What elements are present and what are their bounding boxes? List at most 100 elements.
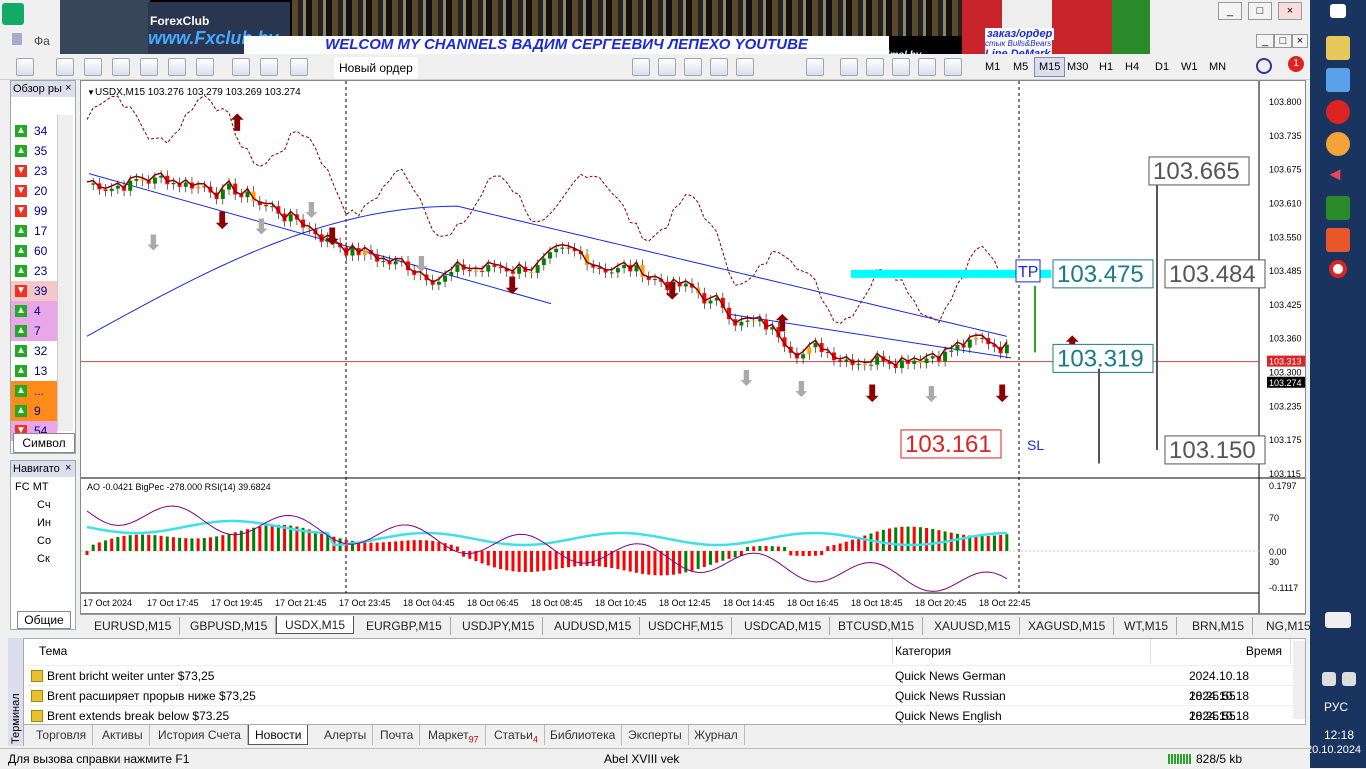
child-minimize-button[interactable]: _ — [1256, 34, 1274, 48]
nav-item-advisors[interactable]: Со — [37, 533, 51, 549]
tf-h4[interactable]: H4 — [1120, 57, 1144, 77]
search-icon[interactable] — [1256, 58, 1272, 74]
market-watch-row[interactable]: ▼ 39 — [11, 281, 57, 301]
keyboard-icon[interactable] — [1325, 612, 1351, 628]
network-icon[interactable] — [1322, 672, 1336, 686]
tf-h1[interactable]: H1 — [1094, 57, 1118, 77]
col-time[interactable]: Время — [1151, 639, 1291, 663]
chart-tab[interactable]: EURGBP,M15 — [358, 617, 451, 635]
app-orange-icon[interactable] — [1326, 228, 1350, 252]
close-button[interactable]: × — [1278, 2, 1302, 20]
terminal-tab[interactable]: Почта — [374, 725, 421, 745]
news-row[interactable]: Brent bricht weiter unter $73,25 Quick Ne… — [27, 665, 1297, 703]
chart-tab[interactable]: USDJPY,M15 — [454, 617, 544, 635]
chart-tab[interactable]: USDX,M15 — [276, 616, 355, 634]
opera-icon[interactable] — [1326, 100, 1350, 124]
col-subject[interactable]: Тема — [29, 639, 893, 663]
terminal-tab[interactable]: История Счета — [152, 725, 248, 745]
market-watch-row[interactable]: ▼ 99 — [11, 201, 57, 221]
record-icon[interactable] — [1329, 260, 1347, 278]
child-close-button[interactable]: × — [1292, 34, 1308, 48]
tf-m5[interactable]: M5 — [1008, 57, 1033, 77]
market-watch-row[interactable]: ▼ 23 — [11, 161, 57, 181]
market-watch-row[interactable]: ▲ 17 — [11, 221, 57, 241]
market-watch-icon[interactable] — [84, 58, 102, 76]
triangle-icon[interactable] — [866, 58, 884, 76]
market-watch-row[interactable]: ▲ 13 — [11, 361, 57, 381]
terminal-tab[interactable]: Новости — [248, 725, 309, 745]
close-icon[interactable]: × — [65, 82, 71, 94]
market-watch-row[interactable]: ▼ 20 — [11, 181, 57, 201]
chart-tab[interactable]: GBPUSD,M15 — [182, 617, 277, 635]
rect-icon[interactable] — [840, 58, 858, 76]
terminal-tab[interactable]: Алерты — [318, 725, 374, 745]
chart-tab[interactable]: XAUUSD,M15 — [926, 617, 1020, 635]
price-chart[interactable]: 103.800 103.735 103.675 103.610 103.550 103.4… — [81, 81, 1305, 613]
child-maximize-button[interactable]: □ — [1274, 34, 1292, 48]
maximize-button[interactable]: □ — [1248, 2, 1272, 20]
news-row[interactable]: Brent расширяет прорыв ниже $73,25 Quick … — [27, 685, 1297, 723]
zoom-icon[interactable] — [112, 58, 130, 76]
terminal-tab[interactable]: Библиотека — [544, 725, 623, 745]
text-icon[interactable] — [918, 58, 936, 76]
market-watch-scrollbar[interactable] — [57, 115, 73, 431]
terminal-tab[interactable]: Маркет97 — [422, 725, 486, 745]
market-watch-row[interactable]: ▲ 35 — [11, 141, 57, 161]
market-watch-row[interactable]: ▲ 60 — [11, 241, 57, 261]
chart-tab[interactable]: BRN,M15 — [1184, 617, 1254, 635]
market-watch-row[interactable]: ▲ 9 — [11, 401, 57, 421]
tf-d1[interactable]: D1 — [1150, 57, 1174, 77]
market-watch-row[interactable]: ▲ 34 — [11, 121, 57, 141]
new-order-icon[interactable] — [290, 58, 308, 76]
profiles-icon[interactable] — [56, 58, 74, 76]
explorer-icon[interactable] — [1326, 36, 1350, 60]
ellipse-icon[interactable] — [806, 58, 824, 76]
speaker-icon[interactable]: ◄ — [1326, 164, 1350, 188]
tf-m15[interactable]: M15 — [1034, 57, 1066, 77]
nav-item-indicators[interactable]: Ин — [37, 515, 51, 531]
chart-tab[interactable]: AUDUSD,M15 — [546, 617, 641, 635]
terminal-scrollbar[interactable] — [1293, 641, 1305, 719]
terminal-tab[interactable]: Эксперты — [622, 725, 689, 745]
chart-tab[interactable]: EURUSD,M15 — [86, 617, 181, 635]
volume-icon[interactable] — [1342, 672, 1356, 686]
nav-item-fcmt[interactable]: FC MT — [15, 479, 49, 495]
vline-icon[interactable] — [684, 58, 702, 76]
tf-m1[interactable]: M1 — [980, 57, 1005, 77]
clock-date[interactable]: 20.10.2024 — [1306, 744, 1361, 756]
label-icon[interactable] — [944, 58, 962, 76]
paint-icon[interactable] — [1326, 132, 1350, 156]
new-chart-icon[interactable] — [16, 58, 34, 76]
market-watch-row[interactable]: ▲ 32 — [11, 341, 57, 361]
market-watch-row[interactable]: ▲... — [11, 381, 57, 401]
trendline-icon[interactable] — [736, 58, 754, 76]
notification-badge[interactable]: 1 — [1288, 56, 1304, 72]
chart-tab[interactable]: XAGUSD,M15 — [1020, 617, 1115, 635]
close-icon[interactable]: × — [65, 462, 71, 474]
terminal-tab[interactable]: Активы — [96, 725, 150, 745]
terminal-tab[interactable]: Торговля — [30, 725, 94, 745]
tester-icon[interactable] — [260, 58, 278, 76]
terminal-tab[interactable]: Статьи4 — [488, 725, 545, 745]
desktop-icon[interactable] — [1330, 4, 1346, 18]
new-order-button[interactable]: Новый ордер — [334, 57, 418, 79]
tf-w1[interactable]: W1 — [1176, 57, 1203, 77]
menu-file[interactable]: Фа — [34, 34, 50, 48]
chart-tab[interactable]: USDCAD,M15 — [736, 617, 831, 635]
market-watch-row[interactable]: ▲ 23 — [11, 261, 57, 281]
tf-m30[interactable]: M30 — [1062, 57, 1093, 77]
chart-tab[interactable]: WT,M15 — [1116, 617, 1178, 635]
calculator-icon[interactable] — [1326, 196, 1350, 220]
data-window-icon[interactable] — [140, 58, 158, 76]
terminal-icon[interactable] — [232, 58, 250, 76]
symbols-tab[interactable]: Символ — [13, 433, 75, 453]
clock-time[interactable]: 12:18 — [1324, 728, 1354, 742]
cursor-icon[interactable] — [632, 58, 650, 76]
favorites-icon[interactable] — [168, 58, 186, 76]
minimize-button[interactable]: _ — [1218, 2, 1242, 20]
terminal-tab[interactable]: Журнал — [688, 725, 745, 745]
chart-window[interactable]: 103.800 103.735 103.675 103.610 103.550 103.4… — [80, 80, 1306, 614]
nav-item-scripts[interactable]: Ск — [37, 551, 50, 567]
market-watch-row[interactable]: ▲ 7 — [11, 321, 57, 341]
general-tab[interactable]: Общие — [17, 611, 71, 629]
